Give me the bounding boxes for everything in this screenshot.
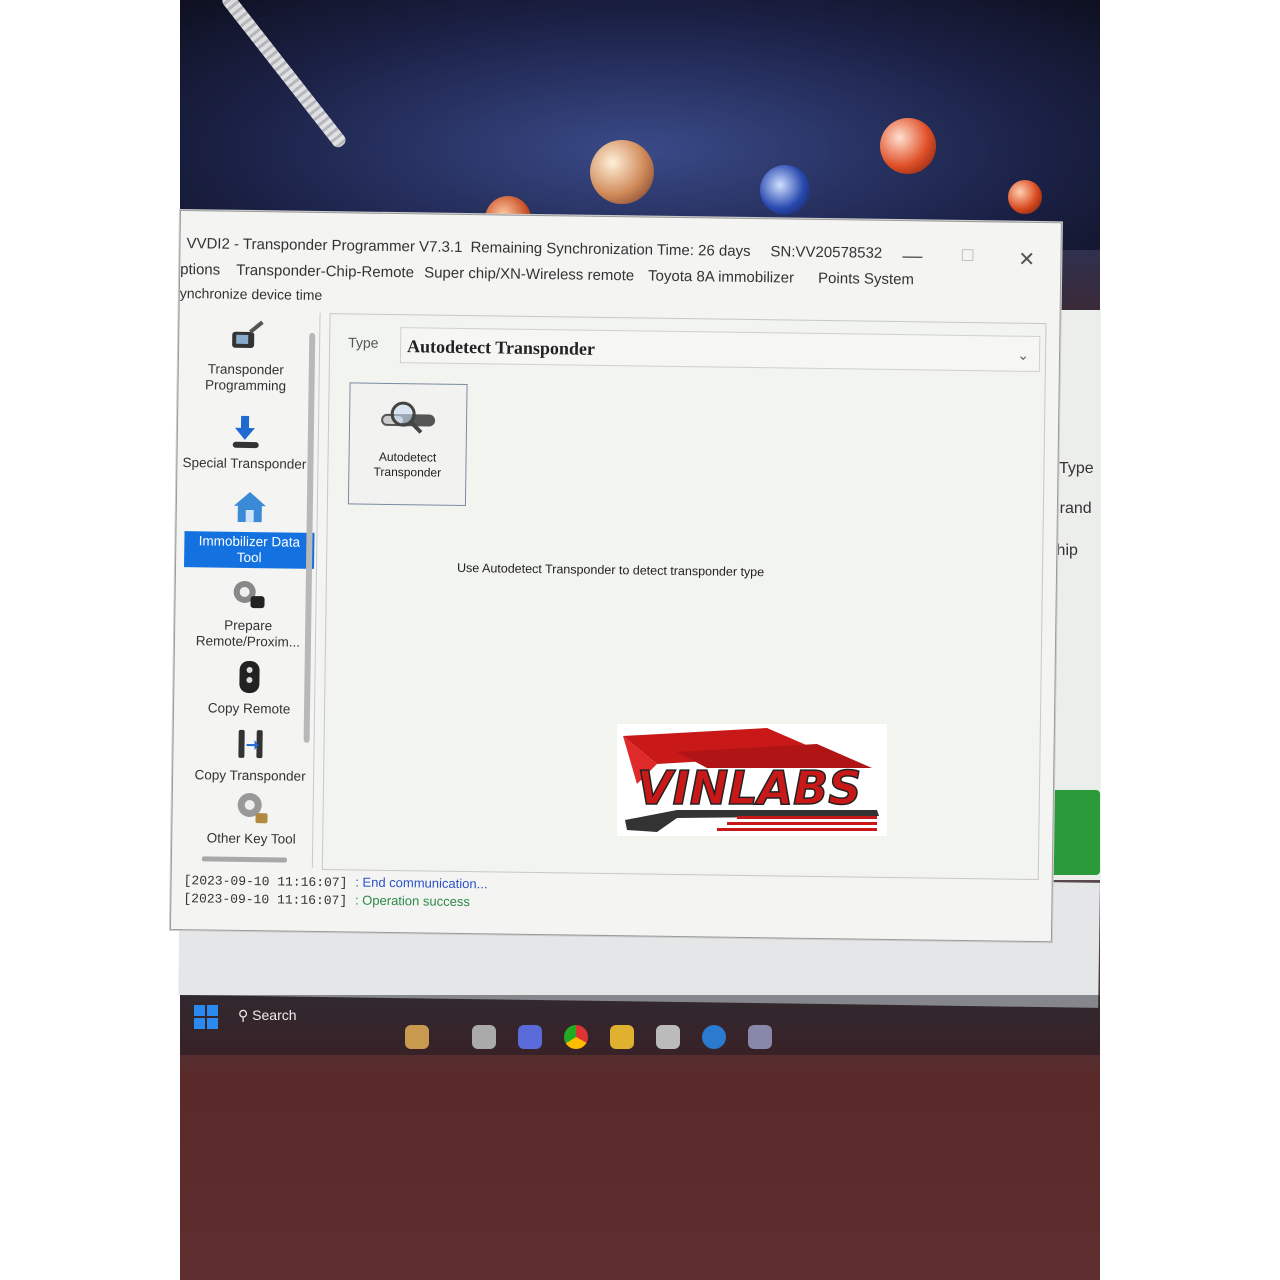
windows-start-icon[interactable] bbox=[194, 1005, 218, 1029]
meet-icon[interactable] bbox=[518, 1025, 542, 1049]
hint-text: Use Autodetect Transponder to detect tra… bbox=[456, 560, 765, 580]
log-time: [2023-09-10 11:16:07] bbox=[183, 891, 348, 909]
car-remote-icon bbox=[239, 661, 260, 694]
file-explorer-icon[interactable] bbox=[405, 1025, 429, 1049]
type-dropdown-value: Autodetect Transponder bbox=[406, 336, 596, 359]
type-label: Type bbox=[348, 334, 379, 351]
sidebar-item-label: Immobilizer Data Tool bbox=[184, 531, 315, 569]
key-gear-icon bbox=[237, 793, 268, 824]
menu-options[interactable]: ptions bbox=[180, 261, 220, 279]
planet-orb bbox=[1008, 180, 1042, 214]
autodetect-transponder-tile[interactable]: Autodetect Transponder bbox=[347, 382, 468, 507]
sidebar-item-label: Copy Transponder bbox=[194, 767, 306, 784]
immobilizer-house-icon bbox=[233, 492, 266, 523]
log-area: [2023-09-10 11:16:07] : End communicatio… bbox=[183, 871, 487, 911]
log-message: : Operation success bbox=[354, 892, 471, 910]
serial-number: SN:VV20578532 bbox=[770, 243, 883, 262]
sidebar-item-prepare-remote[interactable]: Prepare Remote/Proxim... bbox=[183, 573, 314, 651]
transponder-programmer-icon bbox=[232, 320, 264, 349]
log-time: [2023-09-10 11:16:07] bbox=[183, 873, 348, 891]
log-message: : End communication... bbox=[355, 874, 488, 892]
download-arrow-icon bbox=[232, 415, 259, 449]
planet-orb bbox=[880, 118, 936, 174]
sidebar-item-label: Copy Remote bbox=[207, 700, 291, 717]
app-icon[interactable] bbox=[472, 1025, 496, 1049]
sidebar-item-immobilizer-data-tool[interactable]: Immobilizer Data Tool bbox=[184, 487, 315, 569]
logo-lettering: VINLABS bbox=[637, 761, 861, 815]
magnifier-transponder-icon bbox=[381, 401, 436, 434]
sidebar-item-copy-transponder[interactable]: Copy Transponder bbox=[185, 723, 316, 785]
sync-time-label: Remaining Synchronization Time: 26 days bbox=[470, 239, 751, 260]
sidebar-item-label: Transponder Programming bbox=[204, 361, 287, 394]
bg-type-label: Type bbox=[1059, 460, 1094, 477]
chevron-down-icon: ⌄ bbox=[1017, 347, 1030, 364]
menu-super-chip[interactable]: Super chip/XN-Wireless remote bbox=[424, 264, 634, 284]
sidebar-item-copy-remote[interactable]: Copy Remote bbox=[184, 656, 315, 718]
sidebar-item-label: Other Key Tool bbox=[206, 830, 296, 847]
chrome-icon[interactable] bbox=[564, 1025, 588, 1049]
sidebar-item-transponder-programming[interactable]: Transponder Programming bbox=[180, 317, 311, 395]
taskbar-search[interactable]: ⚲ Search bbox=[238, 1007, 297, 1024]
maximize-button[interactable]: ☐ bbox=[960, 246, 975, 266]
close-button[interactable]: ✕ bbox=[1018, 247, 1035, 272]
sidebar-horizontal-scrollbar[interactable] bbox=[201, 856, 287, 863]
search-label: Search bbox=[252, 1007, 297, 1023]
log-line: [2023-09-10 11:16:07] : Operation succes… bbox=[183, 889, 487, 911]
store-icon[interactable] bbox=[656, 1025, 680, 1049]
sidebar-item-other-key-tool[interactable]: Other Key Tool bbox=[186, 786, 317, 848]
app-window: VVDI2 - Transponder Programmer V7.3.1 Re… bbox=[169, 210, 1062, 943]
sidebar-item-special-transponder[interactable]: Special Transponder bbox=[179, 411, 310, 473]
menu-points-system[interactable]: Points System bbox=[818, 270, 914, 288]
planet-orb bbox=[590, 140, 654, 204]
app-icon[interactable] bbox=[748, 1025, 772, 1049]
menu-transponder-chip-remote[interactable]: Transponder-Chip-Remote bbox=[236, 262, 414, 281]
menu-toyota-8a[interactable]: Toyota 8A immobilizer bbox=[648, 268, 794, 287]
sidebar: Transponder Programming Special Transpon… bbox=[171, 311, 321, 868]
taskbar: ⚲ Search bbox=[180, 995, 1100, 1055]
gear-remote-icon bbox=[233, 580, 265, 609]
tile-label: Autodetect Transponder bbox=[373, 449, 442, 480]
edge-icon[interactable] bbox=[702, 1025, 726, 1049]
search-icon: ⚲ bbox=[238, 1007, 253, 1023]
vinlabs-watermark-logo: VINLABS bbox=[617, 724, 887, 836]
type-dropdown[interactable]: Autodetect Transponder ⌄ bbox=[399, 327, 1041, 373]
folder-icon[interactable] bbox=[610, 1025, 634, 1049]
menu-synchronize[interactable]: ynchronize device time bbox=[180, 285, 323, 303]
minimize-button[interactable]: — bbox=[902, 245, 922, 268]
light-streak bbox=[220, 0, 349, 150]
sidebar-item-label: Special Transponder bbox=[182, 455, 307, 472]
sidebar-item-label: Prepare Remote/Proxim... bbox=[195, 617, 301, 650]
planet-orb bbox=[760, 165, 810, 215]
copy-transponder-icon bbox=[238, 729, 263, 759]
window-title: VVDI2 - Transponder Programmer V7.3.1 bbox=[186, 235, 463, 256]
type-row: Type Autodetect Transponder ⌄ bbox=[340, 324, 1041, 373]
